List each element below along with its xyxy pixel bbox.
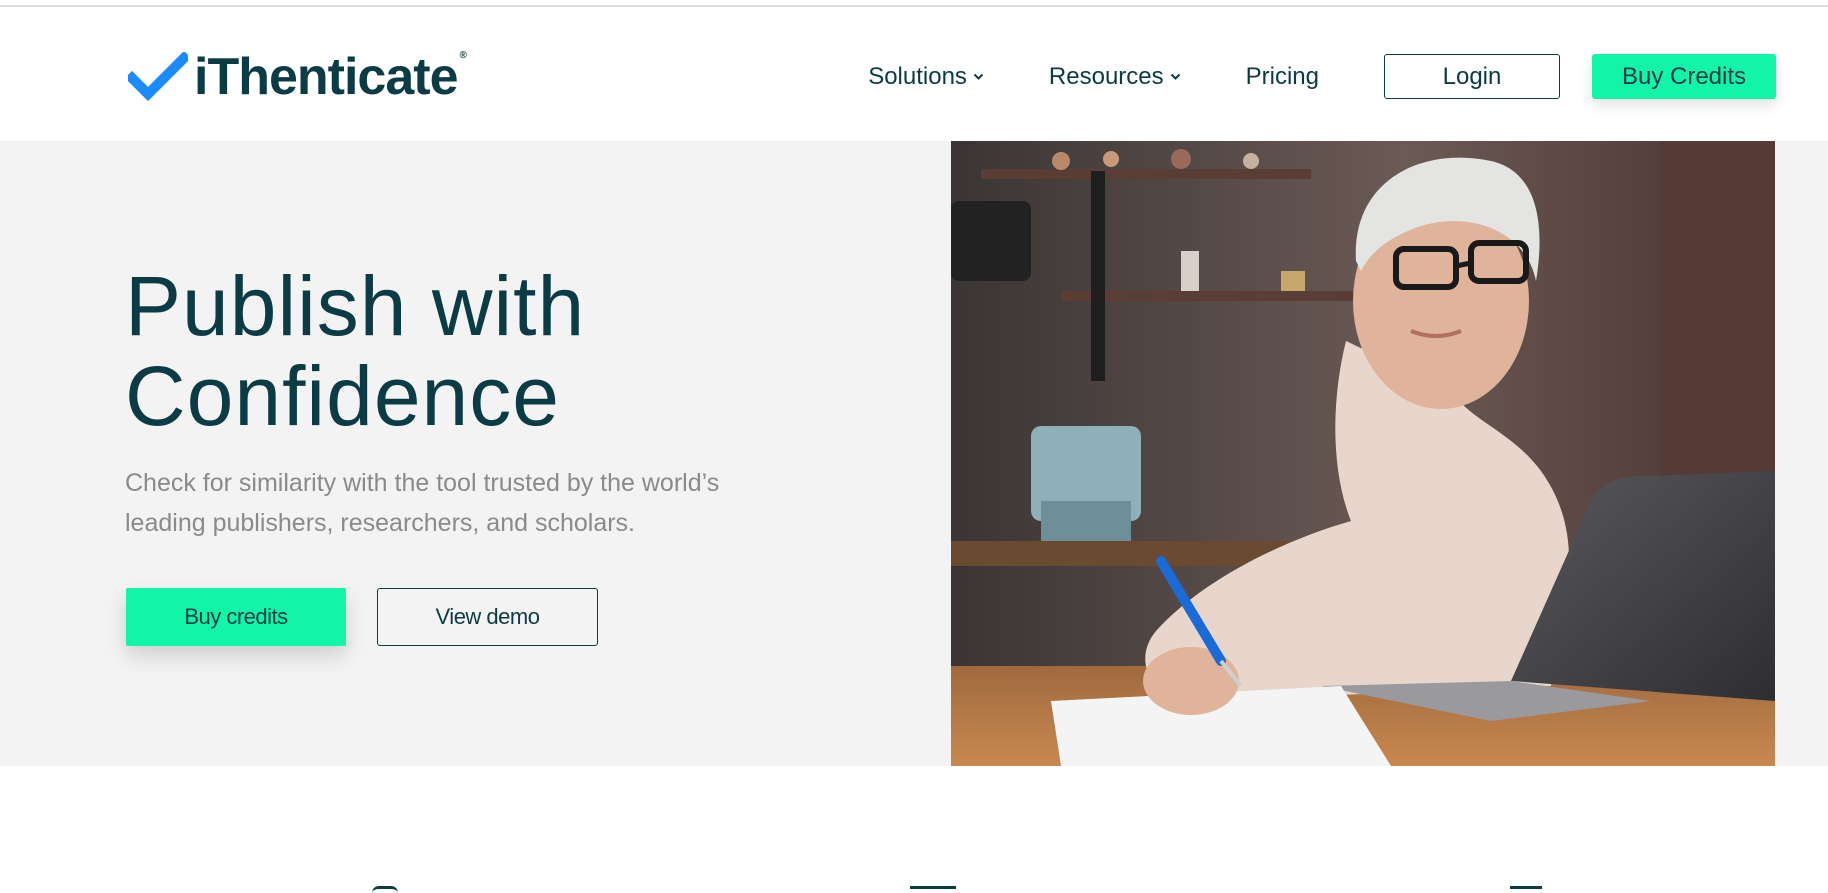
main-navigation: Solutions Resources Pricing Login Buy Cr…	[868, 54, 1776, 99]
nav-resources[interactable]: Resources	[1049, 63, 1181, 91]
woman-with-laptop-photo	[951, 141, 1775, 766]
hero-section: Publish with Confidence Check for simila…	[0, 141, 1828, 766]
feature-icon-partial	[1510, 886, 1542, 893]
hero-subtitle: Check for similarity with the tool trust…	[125, 463, 825, 543]
checkmark-icon	[128, 52, 188, 102]
nav-solutions[interactable]: Solutions	[868, 63, 984, 91]
nav-solutions-label: Solutions	[868, 62, 967, 90]
hero-subtitle-line-2: leading publishers, researchers, and sch…	[125, 509, 635, 537]
hero-title-line-2: Confidence	[125, 349, 560, 443]
nav-pricing[interactable]: Pricing	[1246, 63, 1319, 91]
site-header: iThenticate ® Solutions Resources Pricing…	[0, 7, 1828, 141]
chevron-down-icon	[1170, 73, 1180, 80]
hero-title-line-1: Publish with	[125, 259, 586, 353]
feature-icon-partial	[372, 886, 398, 893]
feature-icon-partial	[910, 886, 956, 893]
nav-resources-label: Resources	[1048, 62, 1164, 90]
hero-photo	[951, 141, 1775, 766]
brand-logo[interactable]: iThenticate ®	[128, 47, 467, 107]
buy-credits-header-button[interactable]: Buy Credits	[1592, 54, 1776, 99]
hero-title: Publish with Confidence	[125, 261, 825, 441]
hero-subtitle-line-1: Check for similarity with the tool trust…	[125, 469, 720, 497]
chevron-down-icon	[973, 73, 984, 80]
login-button[interactable]: Login	[1384, 54, 1560, 99]
brand-name: iThenticate ®	[194, 48, 467, 106]
registered-mark: ®	[459, 50, 467, 61]
below-fold-section	[0, 766, 1828, 893]
buy-credits-button[interactable]: Buy credits	[126, 588, 346, 646]
view-demo-button[interactable]: View demo	[377, 588, 598, 646]
